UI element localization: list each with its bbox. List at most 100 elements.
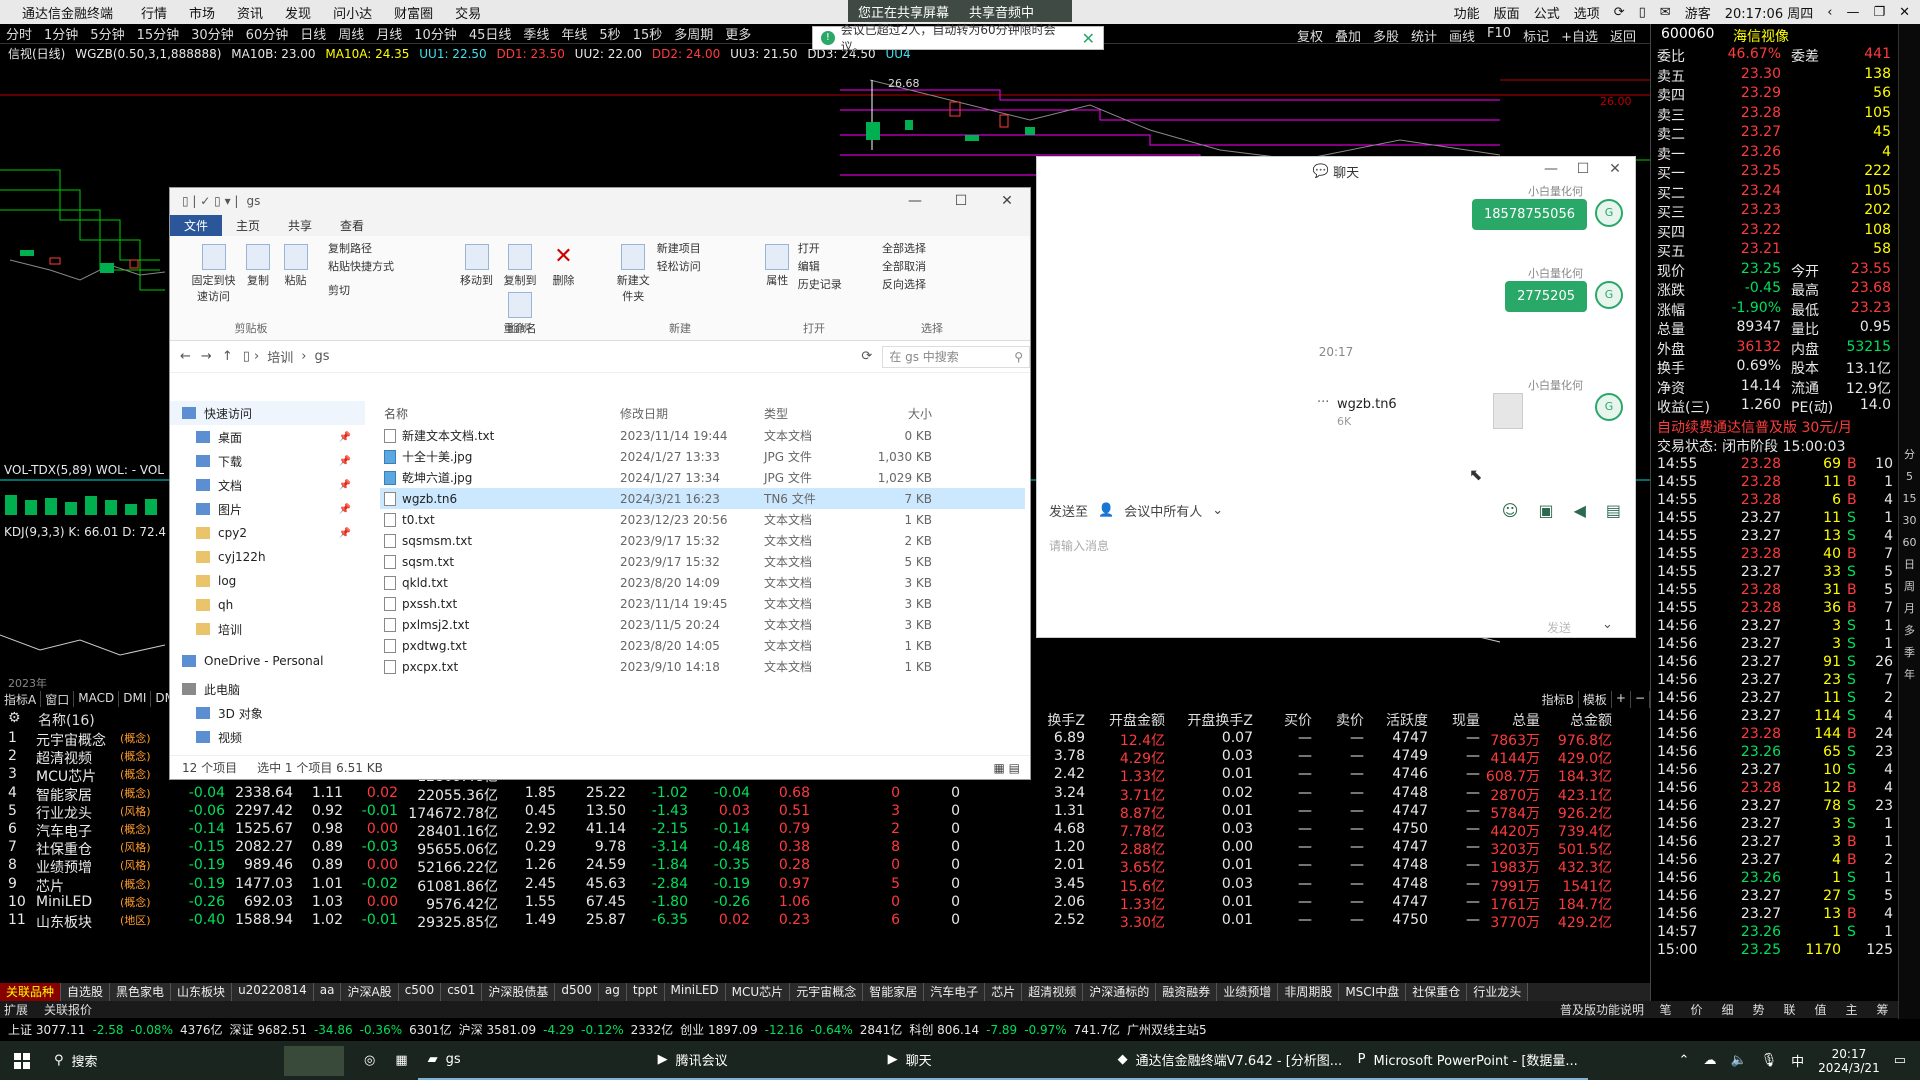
calculator-icon[interactable]: ▦ [385, 1041, 417, 1080]
taskbar-search[interactable]: ⚲ 搜索 [44, 1041, 274, 1080]
chevron-down-icon[interactable]: ⌄ [1212, 503, 1223, 518]
period-item[interactable]: 年线 [555, 24, 593, 43]
close-icon[interactable]: ✕ [1599, 161, 1631, 177]
nav-item[interactable]: 快速访问 [170, 401, 365, 425]
copy-to-button[interactable]: 复制到 [500, 240, 540, 288]
nav-item[interactable]: 3D 对象 [170, 701, 365, 725]
period-item[interactable]: 季线 [517, 24, 555, 43]
period-item[interactable]: 更多 [719, 24, 757, 43]
quote-tab[interactable]: 价 [1690, 1001, 1702, 1018]
share-audio-label[interactable]: 共享音频中 [959, 2, 1044, 21]
taskbar-chat[interactable]: ▶ 聊天 [877, 1041, 1108, 1080]
tab-macd[interactable]: MACD [74, 691, 120, 707]
nav-item[interactable]: cyj122h [170, 545, 365, 569]
related-quote-link[interactable]: 关联报价 [44, 1001, 92, 1018]
tab-window[interactable]: 窗口 [41, 691, 75, 707]
copy-path-button[interactable]: 复制路径 [328, 240, 428, 258]
mic-icon[interactable]: 🎙 [1761, 1053, 1778, 1068]
easy-access-button[interactable]: 轻松访问 [657, 258, 747, 276]
minimize-icon[interactable]: — [1846, 5, 1859, 20]
history-button[interactable]: 历史记录 [798, 276, 868, 294]
category-tab[interactable]: 智能家居 [863, 983, 925, 1001]
view-toggle-icon[interactable]: ▦ ▤ [994, 761, 1021, 775]
category-tab[interactable]: 沪深A股 [341, 983, 399, 1001]
select-none-button[interactable]: 全部取消 [882, 258, 982, 276]
table-row[interactable]: 11 山东板块 (地区) -0.40 1588.94 1.02 -0.01 29325.85亿… [0, 910, 1650, 931]
file-row[interactable]: 乾坤六道.jpg 2024/1/27 13:34 JPG 文件 1,029 KB [380, 467, 1025, 488]
nav-item[interactable]: qh [170, 593, 365, 617]
invert-selection-button[interactable]: 反向选择 [882, 276, 982, 294]
period-item[interactable]: 月线 [370, 24, 408, 43]
menu-discover[interactable]: 发现 [274, 3, 322, 22]
screenshot-icon[interactable]: ▤ [1606, 501, 1621, 520]
menu-layout[interactable]: 版面 [1494, 3, 1520, 22]
file-row[interactable]: pxssh.txt 2023/11/14 19:45 文本文档 3 KB [380, 593, 1025, 614]
col-name[interactable]: 名称(16) [38, 710, 95, 730]
file-row[interactable]: qkld.txt 2023/8/20 14:09 文本文档 3 KB [380, 572, 1025, 593]
menu-hq[interactable]: 行情 [130, 3, 178, 22]
category-tab[interactable]: 行业龙头 [1467, 983, 1529, 1001]
emoji-icon[interactable]: ☺ [1502, 501, 1519, 520]
quick-toolbar-icon[interactable]: ▯ | ✓ ▯ ▾ | [182, 194, 238, 208]
refresh-icon[interactable]: ⟳ [1614, 5, 1625, 20]
file-row[interactable]: sqsm.txt 2023/9/17 15:32 文本文档 5 KB [380, 551, 1025, 572]
period-side-item[interactable]: 年 [1899, 664, 1920, 686]
quote-tab[interactable]: 联 [1783, 1001, 1795, 1018]
tab-template[interactable]: 模板 [1579, 691, 1612, 708]
nav-item[interactable]: 文档 📌 [170, 473, 365, 497]
period-side-item[interactable]: 15 [1899, 488, 1920, 510]
category-tab[interactable]: ag [598, 983, 627, 1001]
period-item[interactable]: 30分钟 [185, 24, 240, 43]
taskbar-gs[interactable]: ▰ gs [417, 1041, 648, 1080]
back-arrow-icon[interactable]: ← [180, 349, 191, 364]
category-tab[interactable]: 超清视频 [1022, 983, 1084, 1001]
nav-item[interactable]: 桌面 📌 [170, 425, 365, 449]
category-tab[interactable]: aa [313, 983, 342, 1001]
category-tab[interactable]: 自选股 [61, 983, 111, 1001]
close-icon[interactable]: ✕ [1899, 5, 1910, 20]
start-button[interactable] [0, 1041, 44, 1080]
period-side-item[interactable]: 季 [1899, 642, 1920, 664]
menu-ask[interactable]: 问小达 [322, 3, 383, 22]
period-item[interactable]: 15秒 [627, 24, 669, 43]
nav-item[interactable]: log [170, 569, 365, 593]
col-total-vol[interactable]: 总量 [1480, 710, 1540, 730]
tab-file[interactable]: 文件 [170, 215, 223, 236]
menu-formula[interactable]: 公式 [1534, 3, 1560, 22]
quote-tab[interactable]: 笔 [1659, 1001, 1671, 1018]
period-item[interactable]: 多周期 [668, 24, 719, 43]
period-item[interactable]: 60分钟 [240, 24, 295, 43]
period-side-item[interactable]: 60 [1899, 532, 1920, 554]
maximize-icon[interactable]: ☐ [1567, 161, 1599, 177]
tool-item[interactable]: 叠加 [1329, 26, 1367, 45]
move-to-button[interactable]: 移动到 [457, 240, 497, 288]
search-box[interactable]: 在 gs 中搜索 ⚲ [882, 345, 1030, 368]
col-filename[interactable]: 名称 [380, 405, 620, 422]
taskbar-meeting[interactable]: ▶ 腾讯会议 [647, 1041, 878, 1080]
minus-icon[interactable]: − [1631, 691, 1650, 708]
category-tab[interactable]: MiniLED [664, 983, 726, 1001]
period-side-item[interactable]: 5 [1899, 466, 1920, 488]
file-row[interactable]: 新建文本文档.txt 2023/11/14 19:44 文本文档 0 KB [380, 425, 1025, 446]
tray-clock[interactable]: 20:17 2024/3/21 [1818, 1047, 1880, 1075]
pin-quick-access-button[interactable]: 固定到快速访问 [190, 240, 238, 304]
message-bubble[interactable]: 18578755056 [1472, 199, 1587, 230]
period-item[interactable]: 45日线 [463, 24, 518, 43]
file-row[interactable]: t0.txt 2023/12/23 20:56 文本文档 1 KB [380, 509, 1025, 530]
file-row[interactable]: sqsmsm.txt 2023/9/17 15:32 文本文档 2 KB [380, 530, 1025, 551]
taskbar-ppt[interactable]: P Microsoft PowerPoint - [数据量... [1347, 1041, 1588, 1080]
tool-item[interactable]: 标记 [1517, 26, 1555, 45]
category-tab[interactable]: 元宇宙概念 [790, 983, 864, 1001]
send-to-select[interactable]: 会议中所有人 [1124, 501, 1202, 520]
quote-tab[interactable]: 主 [1845, 1001, 1857, 1018]
tab-view[interactable]: 查看 [326, 215, 378, 236]
tool-item[interactable]: 复权 [1291, 26, 1329, 45]
edit-button[interactable]: 编辑 [798, 258, 868, 276]
period-item[interactable]: 分时 [0, 24, 38, 43]
breadcrumb-item[interactable]: gs [314, 349, 329, 364]
phone-icon[interactable]: ▯ [1639, 5, 1646, 20]
message-bubble[interactable]: 2775205 [1505, 281, 1587, 312]
tab-indicator-b[interactable]: 指标B [1538, 691, 1579, 708]
nav-item[interactable]: OneDrive - Personal [170, 649, 365, 673]
tool-item[interactable]: 统计 [1405, 26, 1443, 45]
